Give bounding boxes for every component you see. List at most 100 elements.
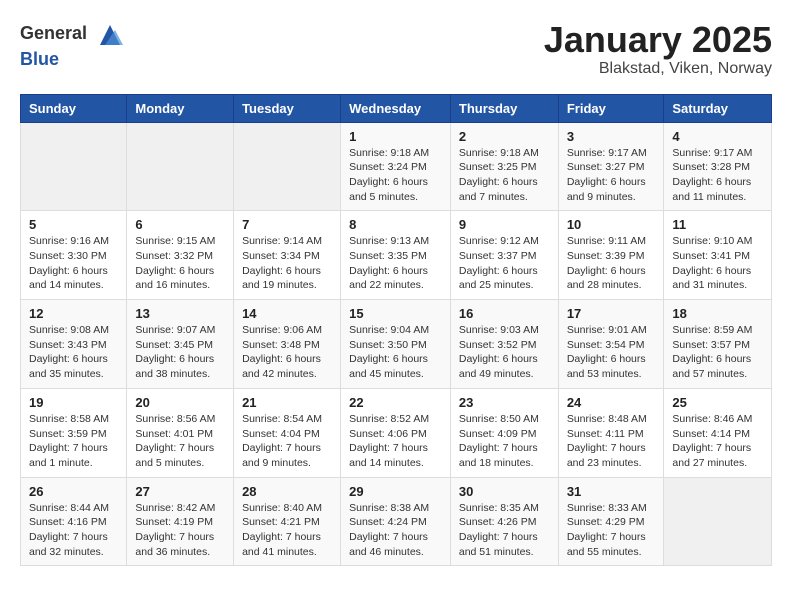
weekday-header-friday: Friday	[558, 94, 664, 122]
day-cell: 23 Sunrise: 8:50 AM Sunset: 4:09 PM Dayli…	[450, 388, 558, 477]
day-number: 3	[567, 129, 656, 144]
day-cell: 29Sunrise: 8:38 AM Sunset: 4:24 PM Dayli…	[341, 477, 451, 566]
day-cell: 6 Sunrise: 9:15 AM Sunset: 3:32 PM Daylig…	[127, 211, 234, 300]
weekday-row: SundayMondayTuesdayWednesdayThursdayFrid…	[21, 94, 772, 122]
weekday-header-sunday: Sunday	[21, 94, 127, 122]
day-number: 4	[672, 129, 763, 144]
logo-icon	[95, 20, 125, 50]
day-cell: 26Sunrise: 8:44 AM Sunset: 4:16 PM Dayli…	[21, 477, 127, 566]
day-info: Sunrise: 9:10 AM Sunset: 3:41 PM Dayligh…	[672, 234, 763, 293]
day-cell: 25Sunrise: 8:46 AM Sunset: 4:14 PM Dayli…	[664, 388, 772, 477]
day-number: 1	[349, 129, 442, 144]
day-number: 13	[135, 306, 225, 321]
day-number: 28	[242, 484, 332, 499]
logo-blue: Blue	[20, 49, 59, 69]
logo-general: General	[20, 23, 87, 43]
day-cell: 14 Sunrise: 9:06 AM Sunset: 3:48 PM Dayli…	[234, 300, 341, 389]
day-cell: 21 Sunrise: 8:54 AM Sunset: 4:04 PM Dayli…	[234, 388, 341, 477]
day-cell: 8 Sunrise: 9:13 AM Sunset: 3:35 PM Daylig…	[341, 211, 451, 300]
logo: General Blue	[20, 20, 125, 70]
day-number: 30	[459, 484, 550, 499]
day-info: Sunrise: 9:18 AM Sunset: 3:25 PM Dayligh…	[459, 146, 550, 205]
title-block: January 2025 Blakstad, Viken, Norway	[544, 20, 772, 78]
day-info: Sunrise: 8:59 AM Sunset: 3:57 PM Dayligh…	[672, 323, 763, 382]
day-info: Sunrise: 8:44 AM Sunset: 4:16 PM Dayligh…	[29, 501, 118, 560]
day-cell	[21, 122, 127, 211]
day-info: Sunrise: 8:33 AM Sunset: 4:29 PM Dayligh…	[567, 501, 656, 560]
day-number: 24	[567, 395, 656, 410]
weekday-header-wednesday: Wednesday	[341, 94, 451, 122]
day-number: 14	[242, 306, 332, 321]
day-cell: 11 Sunrise: 9:10 AM Sunset: 3:41 PM Dayli…	[664, 211, 772, 300]
day-cell: 5 Sunrise: 9:16 AM Sunset: 3:30 PM Daylig…	[21, 211, 127, 300]
day-info: Sunrise: 8:52 AM Sunset: 4:06 PM Dayligh…	[349, 412, 442, 471]
day-cell: 17 Sunrise: 9:01 AM Sunset: 3:54 PM Dayli…	[558, 300, 664, 389]
day-cell: 16Sunrise: 9:03 AM Sunset: 3:52 PM Dayli…	[450, 300, 558, 389]
day-number: 29	[349, 484, 442, 499]
day-number: 9	[459, 217, 550, 232]
day-cell: 12 Sunrise: 9:08 AM Sunset: 3:43 PM Dayli…	[21, 300, 127, 389]
weekday-header-saturday: Saturday	[664, 94, 772, 122]
day-number: 31	[567, 484, 656, 499]
day-number: 23	[459, 395, 550, 410]
logo-blue-line: Blue	[20, 50, 125, 70]
calendar-subtitle: Blakstad, Viken, Norway	[544, 60, 772, 78]
day-info: Sunrise: 8:56 AM Sunset: 4:01 PM Dayligh…	[135, 412, 225, 471]
day-info: Sunrise: 9:04 AM Sunset: 3:50 PM Dayligh…	[349, 323, 442, 382]
day-number: 27	[135, 484, 225, 499]
day-cell	[234, 122, 341, 211]
day-cell	[664, 477, 772, 566]
day-number: 6	[135, 217, 225, 232]
logo-text-block: General Blue	[20, 20, 125, 70]
day-cell: 10 Sunrise: 9:11 AM Sunset: 3:39 PM Dayli…	[558, 211, 664, 300]
day-info: Sunrise: 8:48 AM Sunset: 4:11 PM Dayligh…	[567, 412, 656, 471]
day-info: Sunrise: 9:17 AM Sunset: 3:28 PM Dayligh…	[672, 146, 763, 205]
day-number: 7	[242, 217, 332, 232]
day-info: Sunrise: 9:12 AM Sunset: 3:37 PM Dayligh…	[459, 234, 550, 293]
day-info: Sunrise: 9:01 AM Sunset: 3:54 PM Dayligh…	[567, 323, 656, 382]
day-info: Sunrise: 8:46 AM Sunset: 4:14 PM Dayligh…	[672, 412, 763, 471]
day-cell: 15Sunrise: 9:04 AM Sunset: 3:50 PM Dayli…	[341, 300, 451, 389]
day-info: Sunrise: 9:13 AM Sunset: 3:35 PM Dayligh…	[349, 234, 442, 293]
day-number: 22	[349, 395, 442, 410]
day-info: Sunrise: 8:54 AM Sunset: 4:04 PM Dayligh…	[242, 412, 332, 471]
day-info: Sunrise: 8:50 AM Sunset: 4:09 PM Dayligh…	[459, 412, 550, 471]
week-row-1: 1Sunrise: 9:18 AM Sunset: 3:24 PM Daylig…	[21, 122, 772, 211]
day-number: 11	[672, 217, 763, 232]
day-info: Sunrise: 8:58 AM Sunset: 3:59 PM Dayligh…	[29, 412, 118, 471]
day-cell: 7 Sunrise: 9:14 AM Sunset: 3:34 PM Daylig…	[234, 211, 341, 300]
day-number: 20	[135, 395, 225, 410]
day-number: 12	[29, 306, 118, 321]
calendar-body: 1Sunrise: 9:18 AM Sunset: 3:24 PM Daylig…	[21, 122, 772, 566]
day-info: Sunrise: 9:17 AM Sunset: 3:27 PM Dayligh…	[567, 146, 656, 205]
day-info: Sunrise: 8:35 AM Sunset: 4:26 PM Dayligh…	[459, 501, 550, 560]
day-number: 10	[567, 217, 656, 232]
day-number: 21	[242, 395, 332, 410]
day-info: Sunrise: 8:40 AM Sunset: 4:21 PM Dayligh…	[242, 501, 332, 560]
day-cell: 22 Sunrise: 8:52 AM Sunset: 4:06 PM Dayli…	[341, 388, 451, 477]
day-number: 5	[29, 217, 118, 232]
day-cell: 24 Sunrise: 8:48 AM Sunset: 4:11 PM Dayli…	[558, 388, 664, 477]
day-number: 19	[29, 395, 118, 410]
day-number: 17	[567, 306, 656, 321]
day-info: Sunrise: 9:11 AM Sunset: 3:39 PM Dayligh…	[567, 234, 656, 293]
day-cell: 3 Sunrise: 9:17 AM Sunset: 3:27 PM Daylig…	[558, 122, 664, 211]
day-info: Sunrise: 9:15 AM Sunset: 3:32 PM Dayligh…	[135, 234, 225, 293]
week-row-3: 12 Sunrise: 9:08 AM Sunset: 3:43 PM Dayli…	[21, 300, 772, 389]
day-info: Sunrise: 9:14 AM Sunset: 3:34 PM Dayligh…	[242, 234, 332, 293]
day-number: 8	[349, 217, 442, 232]
day-cell: 19 Sunrise: 8:58 AM Sunset: 3:59 PM Dayli…	[21, 388, 127, 477]
day-info: Sunrise: 9:07 AM Sunset: 3:45 PM Dayligh…	[135, 323, 225, 382]
day-info: Sunrise: 8:42 AM Sunset: 4:19 PM Dayligh…	[135, 501, 225, 560]
calendar-header: SundayMondayTuesdayWednesdayThursdayFrid…	[21, 94, 772, 122]
day-cell: 27 Sunrise: 8:42 AM Sunset: 4:19 PM Dayli…	[127, 477, 234, 566]
day-info: Sunrise: 9:08 AM Sunset: 3:43 PM Dayligh…	[29, 323, 118, 382]
weekday-header-thursday: Thursday	[450, 94, 558, 122]
day-info: Sunrise: 9:16 AM Sunset: 3:30 PM Dayligh…	[29, 234, 118, 293]
calendar-table: SundayMondayTuesdayWednesdayThursdayFrid…	[20, 94, 772, 567]
day-number: 18	[672, 306, 763, 321]
day-cell: 1Sunrise: 9:18 AM Sunset: 3:24 PM Daylig…	[341, 122, 451, 211]
logo-general-line: General	[20, 20, 125, 50]
day-info: Sunrise: 9:06 AM Sunset: 3:48 PM Dayligh…	[242, 323, 332, 382]
day-cell: 4 Sunrise: 9:17 AM Sunset: 3:28 PM Daylig…	[664, 122, 772, 211]
